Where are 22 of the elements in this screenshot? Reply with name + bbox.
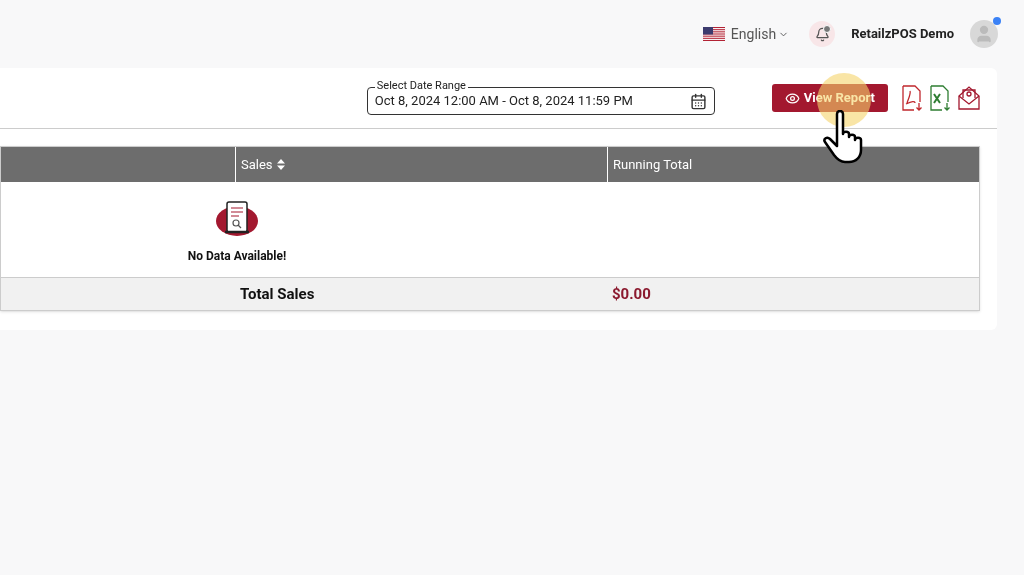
calendar-icon[interactable] [689, 92, 707, 110]
date-range-label: Select Date Range [374, 79, 468, 93]
language-selector[interactable]: English [730, 23, 790, 45]
column-header: Running Total [613, 155, 693, 174]
online-indicator [993, 17, 1001, 25]
us-flag-icon [702, 27, 725, 41]
date-range-value: Oct 8, 2024 12:00 AM - Oct 8, 2024 11:59 PM [374, 92, 633, 111]
bell-icon [814, 26, 830, 42]
eye-icon [784, 90, 800, 106]
total-value: $0.00 [611, 283, 652, 305]
total-label: Total Sales [239, 283, 316, 305]
notification-button[interactable] [809, 21, 836, 47]
empty-message: No Data Available! [187, 247, 287, 265]
pdf-export-icon[interactable] [901, 85, 923, 111]
avatar[interactable] [970, 20, 998, 48]
user-name: RetailzPOS Demo [851, 25, 954, 44]
person-silhouette-icon [974, 24, 994, 44]
column-header[interactable]: Sales [241, 154, 285, 175]
sort-icon[interactable] [276, 159, 285, 170]
excel-export-icon[interactable] [929, 85, 951, 111]
empty-report-icon [215, 198, 259, 239]
email-export-icon[interactable] [957, 85, 981, 111]
